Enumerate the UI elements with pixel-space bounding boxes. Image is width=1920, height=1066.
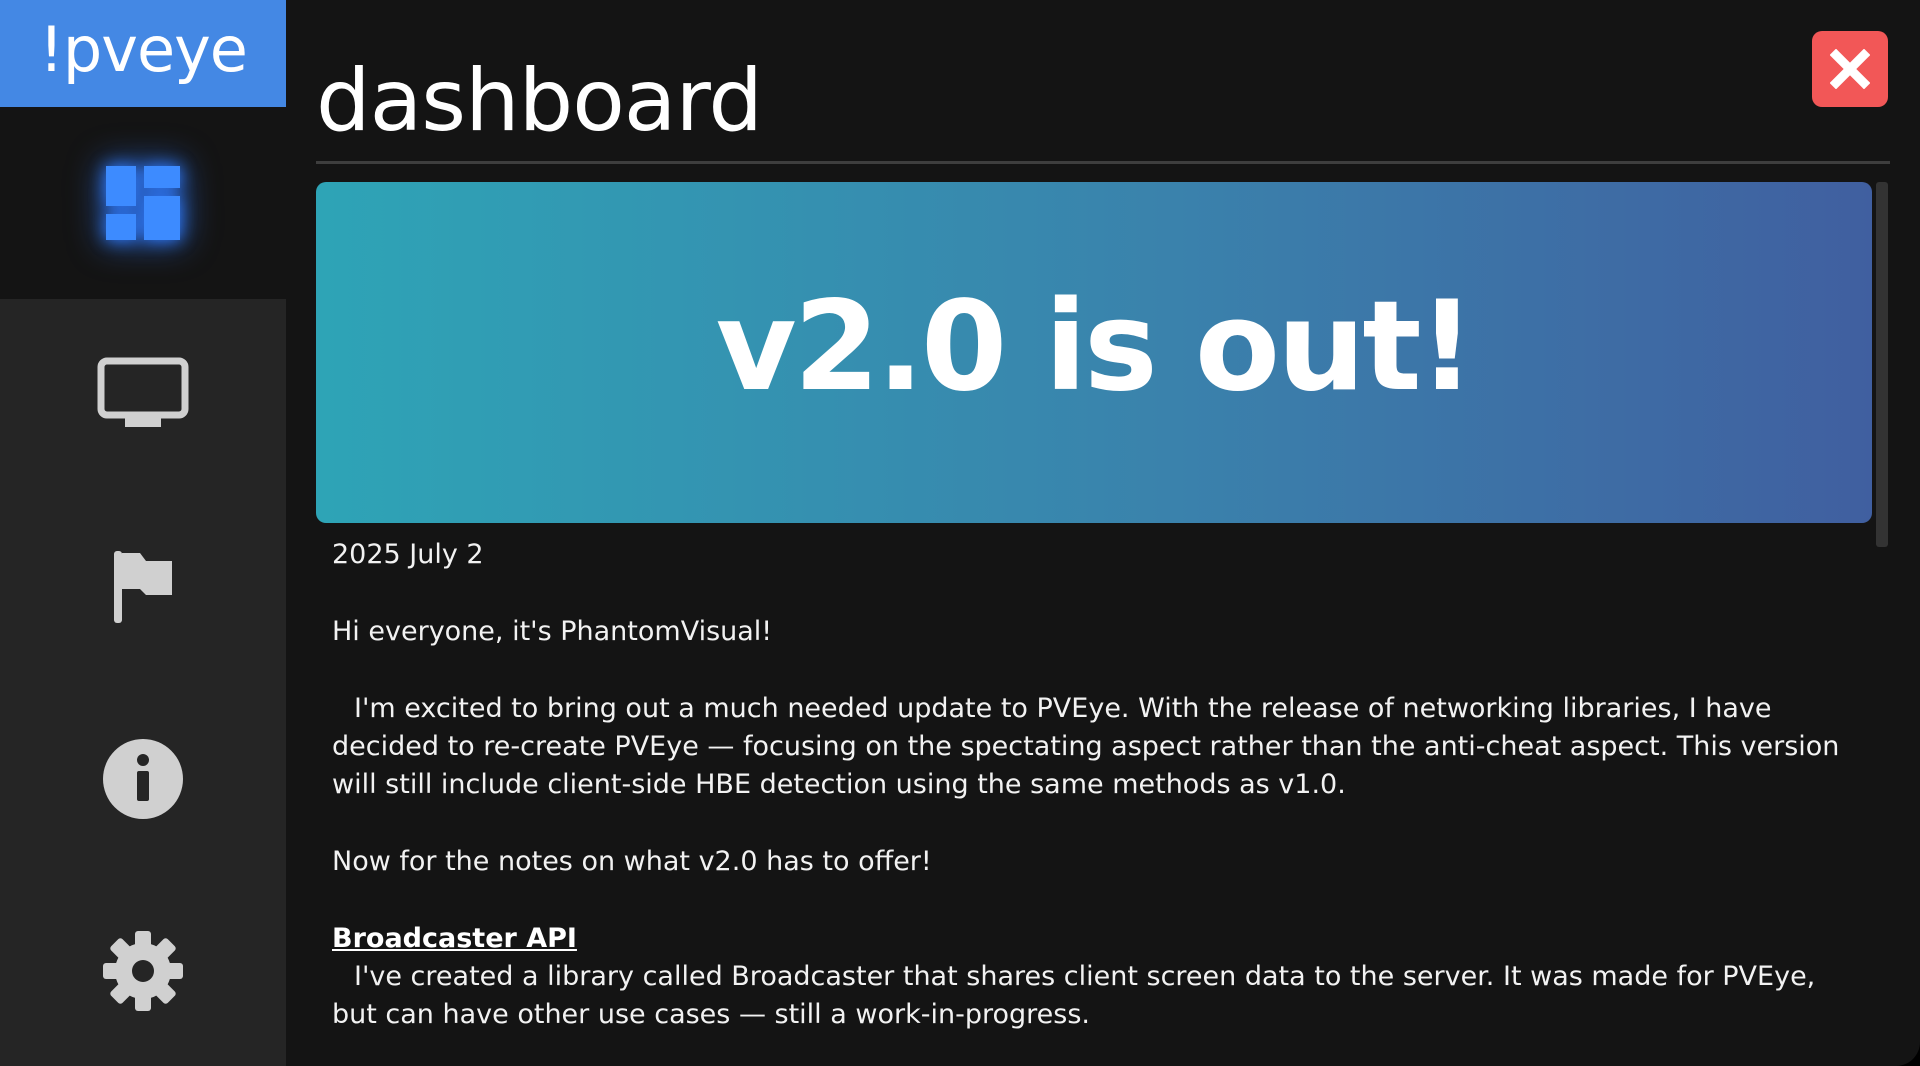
post-intro-text: I'm excited to bring out a much needed u… xyxy=(332,693,1840,800)
post-greeting: Hi everyone, it's PhantomVisual! xyxy=(332,616,773,647)
sidebar-item-dashboard[interactable] xyxy=(0,107,286,299)
main-panel: dashboard v2.0 is out! 2025 July 2 Hi ev… xyxy=(286,0,1920,1066)
post-date: 2025 July 2 xyxy=(332,539,484,570)
app-logo: !pveye xyxy=(0,0,286,107)
sidebar-item-flag[interactable] xyxy=(0,491,286,683)
post-notes-lead: Now for the notes on what v2.0 has to of… xyxy=(332,846,932,877)
dashboard-icon xyxy=(106,166,180,240)
sidebar: !pveye xyxy=(0,0,286,1066)
monitor-icon xyxy=(97,357,189,427)
section-body-broadcaster: I've created a library called Broadcaste… xyxy=(332,961,1816,1030)
app-window: !pveye dashboard v2.0 is out! 2025 July … xyxy=(0,0,1920,1066)
banner-title: v2.0 is out! xyxy=(715,274,1475,419)
flag-icon xyxy=(114,551,172,623)
info-icon xyxy=(103,739,183,819)
scrollbar[interactable] xyxy=(1876,182,1888,547)
section-heading-broadcaster: Broadcaster API xyxy=(332,923,577,954)
post-content: 2025 July 2 Hi everyone, it's PhantomVis… xyxy=(332,536,1862,1066)
post-intro: I'm excited to bring out a much needed u… xyxy=(332,690,1862,804)
close-icon xyxy=(1830,49,1870,89)
sidebar-item-info[interactable] xyxy=(0,683,286,875)
page-title: dashboard xyxy=(316,51,763,151)
gear-icon xyxy=(103,931,183,1011)
sidebar-item-settings[interactable] xyxy=(0,875,286,1066)
close-button[interactable] xyxy=(1812,31,1888,107)
section-heading: Broadcaster API xyxy=(332,920,1862,958)
announcement-banner: v2.0 is out! xyxy=(316,182,1872,523)
section-body: I've created a library called Broadcaste… xyxy=(332,958,1862,1034)
header-divider xyxy=(316,161,1890,164)
sidebar-item-monitor[interactable] xyxy=(0,299,286,491)
